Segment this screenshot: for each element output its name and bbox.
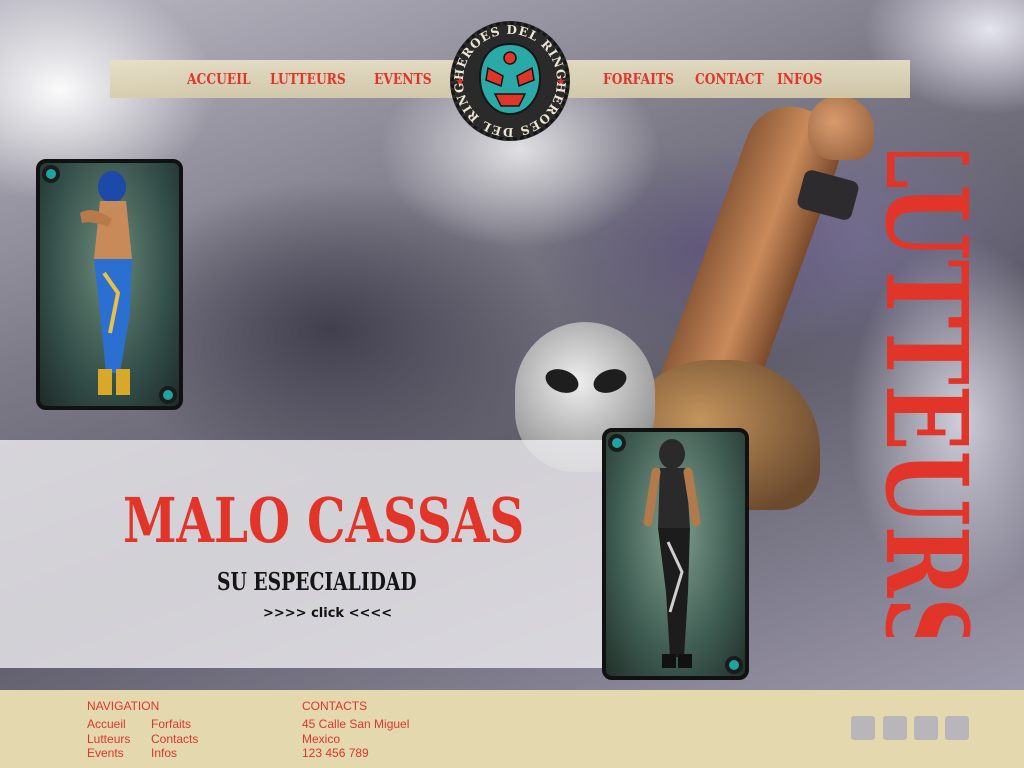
site-logo[interactable]: HEROES DEL RING HEROES DEL RING ★ ★ (445, 16, 575, 146)
contact-phone: 123 456 789 (302, 746, 369, 760)
nav-lutteurs[interactable]: LUTTEURS (270, 70, 346, 88)
social-icon-1[interactable] (851, 716, 875, 740)
footer-link-forfaits[interactable]: Forfaits (151, 717, 191, 731)
wrestler-photo-2 (643, 439, 701, 668)
footer-link-lutteurs[interactable]: Lutteurs (87, 732, 130, 746)
nav-forfaits[interactable]: FORFAITS (603, 70, 674, 88)
social-icon-4[interactable] (945, 716, 969, 740)
wrestler-fist (808, 96, 874, 160)
social-icon-3[interactable] (914, 716, 938, 740)
click-link[interactable]: >>>> click <<<< (263, 606, 392, 621)
nav-infos[interactable]: INFOS (777, 70, 822, 88)
mask-badge-icon (159, 386, 177, 404)
svg-text:★: ★ (455, 75, 465, 88)
social-icon-2[interactable] (883, 716, 907, 740)
footer-link-accueil[interactable]: Accueil (87, 717, 126, 731)
page-heading: LUTTEURS (870, 152, 980, 637)
footer-link-infos[interactable]: Infos (151, 746, 177, 760)
contact-address: 45 Calle San Miguel (302, 717, 410, 731)
wrestler-photo-1 (80, 171, 132, 395)
footer-link-contacts[interactable]: Contacts (151, 732, 198, 746)
footer-navigation-heading: NAVIGATION (87, 699, 160, 713)
mask-badge-icon (42, 165, 60, 183)
wrestler-card-1[interactable] (36, 159, 183, 410)
footer-link-events[interactable]: Events (87, 746, 124, 760)
contact-city: Mexico (302, 732, 341, 746)
mask-badge-icon (608, 434, 626, 452)
page-heading-text: LUTTEURS (870, 152, 980, 637)
wrestler-name: MALO CASSAS (123, 484, 525, 557)
nav-contact[interactable]: CONTACT (695, 70, 764, 88)
svg-text:★: ★ (556, 75, 566, 88)
specialty-label: SU ESPECIALIDAD (217, 567, 417, 596)
nav-events[interactable]: EVENTS (374, 70, 432, 88)
wrestler-card-2[interactable] (602, 428, 749, 680)
mask-badge-icon (725, 656, 743, 674)
luchador-mask-icon (478, 42, 542, 116)
nav-accueil[interactable]: ACCUEIL (187, 70, 251, 88)
footer-contacts-heading: CONTACTS (302, 699, 368, 713)
